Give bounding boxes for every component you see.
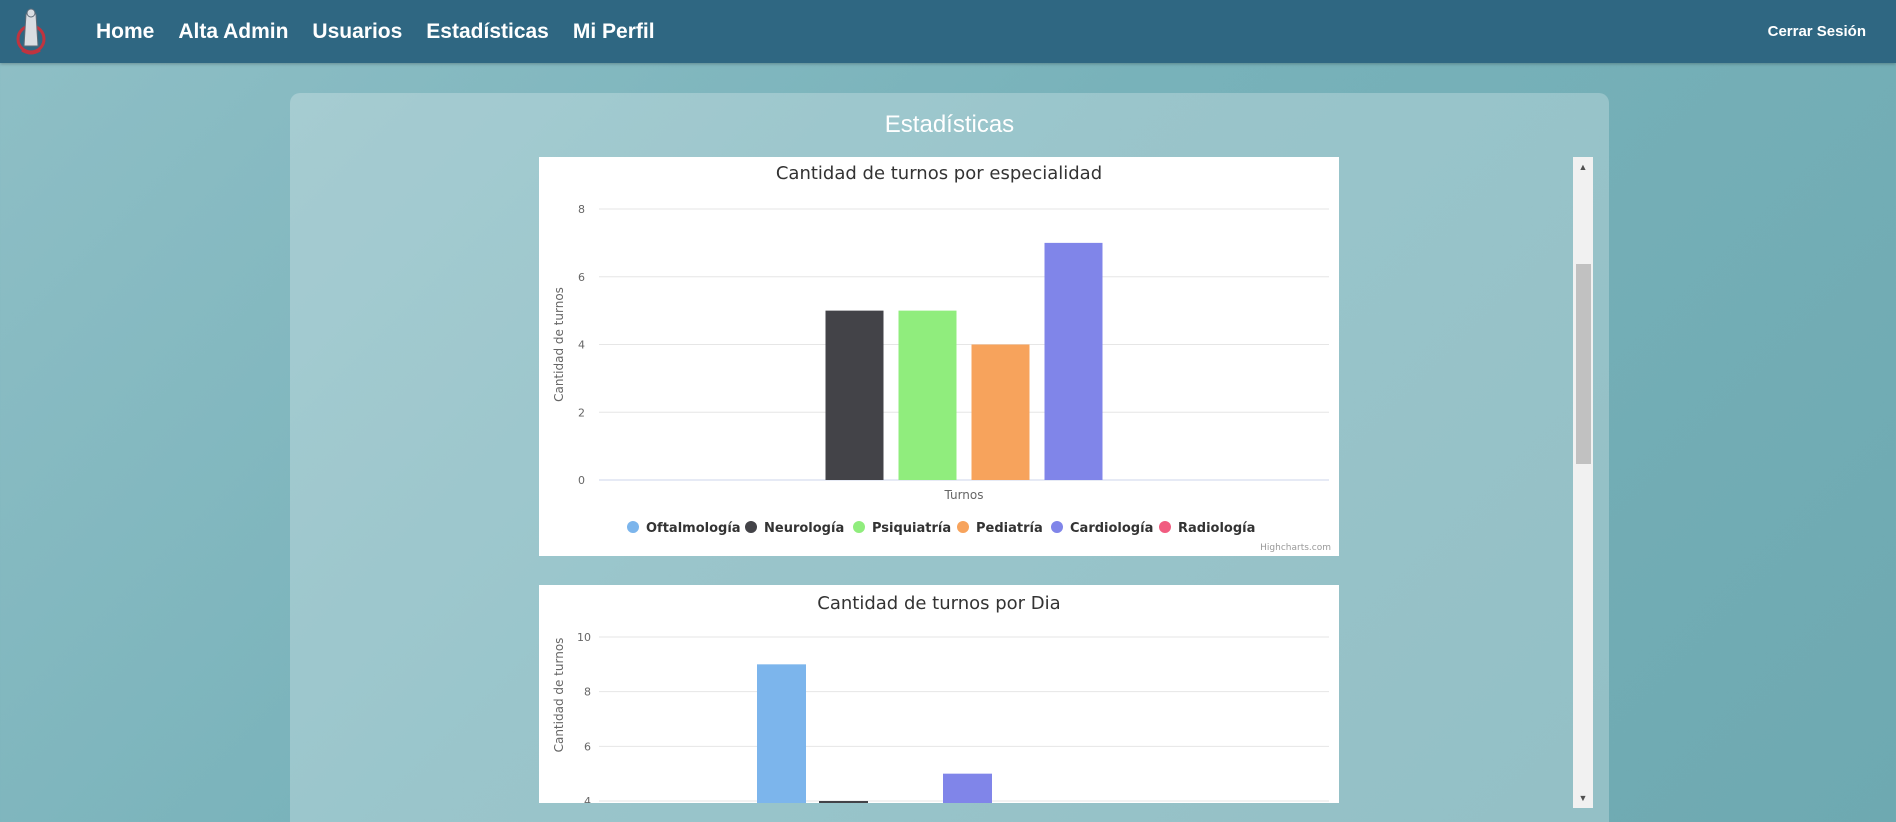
statistics-panel: Estadísticas Cantidad de turnos por espe…	[290, 93, 1609, 822]
legend-marker	[627, 521, 639, 533]
y-axis-title: Cantidad de turnos	[552, 638, 566, 753]
chart-turnos-por-dia: Cantidad de turnos por Dia 4 6 8 10 Cantidad …	[539, 585, 1339, 803]
y-tick-label: 6	[578, 271, 585, 284]
logout-button[interactable]: Cerrar Sesión	[1768, 0, 1866, 63]
bar-psiquiatría	[898, 310, 957, 480]
legend-item-neurología: Neurología	[764, 521, 844, 536]
y-tick-label: 6	[584, 740, 591, 753]
scrollbar-thumb[interactable]	[1576, 264, 1591, 464]
legend-marker	[1159, 521, 1171, 533]
bar-neurología	[825, 310, 884, 480]
top-navbar: Home Alta Admin Usuarios Estadísticas Mi…	[0, 0, 1896, 63]
legend-item-radiología: Radiología	[1178, 521, 1255, 536]
highcharts-credit: Highcharts.com	[1260, 543, 1331, 553]
y-tick-label: 0	[578, 474, 585, 487]
y-tick-label: 10	[577, 631, 591, 644]
chart-2-svg: Cantidad de turnos por Dia 4 6 8 10 Cantidad …	[552, 593, 1329, 803]
bar-cardiología	[1044, 242, 1103, 480]
nav-links: Home Alta Admin Usuarios Estadísticas Mi…	[84, 0, 667, 63]
y-axis-title: Cantidad de turnos	[552, 287, 566, 402]
stethoscope-logo-icon[interactable]	[14, 6, 48, 56]
triangle-up-icon[interactable]: ▲	[1573, 157, 1593, 177]
nav-mi-perfil[interactable]: Mi Perfil	[573, 20, 655, 44]
nav-estadisticas[interactable]: Estadísticas	[426, 20, 549, 44]
legend-item-pediatría: Pediatría	[976, 521, 1043, 536]
vertical-scrollbar[interactable]: ▲ ▼	[1573, 157, 1593, 808]
nav-usuarios[interactable]: Usuarios	[312, 20, 402, 44]
page-title: Estadísticas	[884, 111, 1015, 138]
y-tick-label: 8	[584, 686, 591, 699]
chart-title: Cantidad de turnos por especialidad	[776, 163, 1102, 184]
y-tick-label: 2	[578, 406, 585, 419]
nav-alta-admin[interactable]: Alta Admin	[178, 20, 288, 44]
bar	[757, 664, 806, 803]
y-tick-label: 4	[578, 339, 585, 352]
legend-marker	[745, 521, 757, 533]
chart-turnos-por-especialidad: Cantidad de turnos por especialidad 0 2 4 6 8…	[539, 157, 1339, 556]
bar-pediatría	[971, 344, 1030, 480]
chart-1-svg: Cantidad de turnos por especialidad 0 2 4 6 8…	[552, 163, 1331, 553]
legend-item-cardiología: Cardiología	[1070, 521, 1153, 536]
legend-item-oftalmología: Oftalmología	[646, 521, 741, 536]
chart-title: Cantidad de turnos por Dia	[817, 593, 1060, 614]
legend-marker	[957, 521, 969, 533]
nav-home[interactable]: Home	[96, 20, 154, 44]
legend-item-psiquiatría: Psiquiatría	[872, 521, 951, 536]
triangle-down-icon[interactable]: ▼	[1573, 788, 1593, 808]
legend-marker	[853, 521, 865, 533]
y-tick-label: 4	[584, 795, 591, 803]
bar	[943, 773, 992, 803]
x-axis-title: Turnos	[943, 488, 983, 502]
legend-marker	[1051, 521, 1063, 533]
y-tick-label: 8	[578, 203, 585, 216]
charts-scroll-area[interactable]: Cantidad de turnos por especialidad 0 2 4 6 8…	[539, 157, 1562, 803]
bar	[819, 801, 868, 803]
